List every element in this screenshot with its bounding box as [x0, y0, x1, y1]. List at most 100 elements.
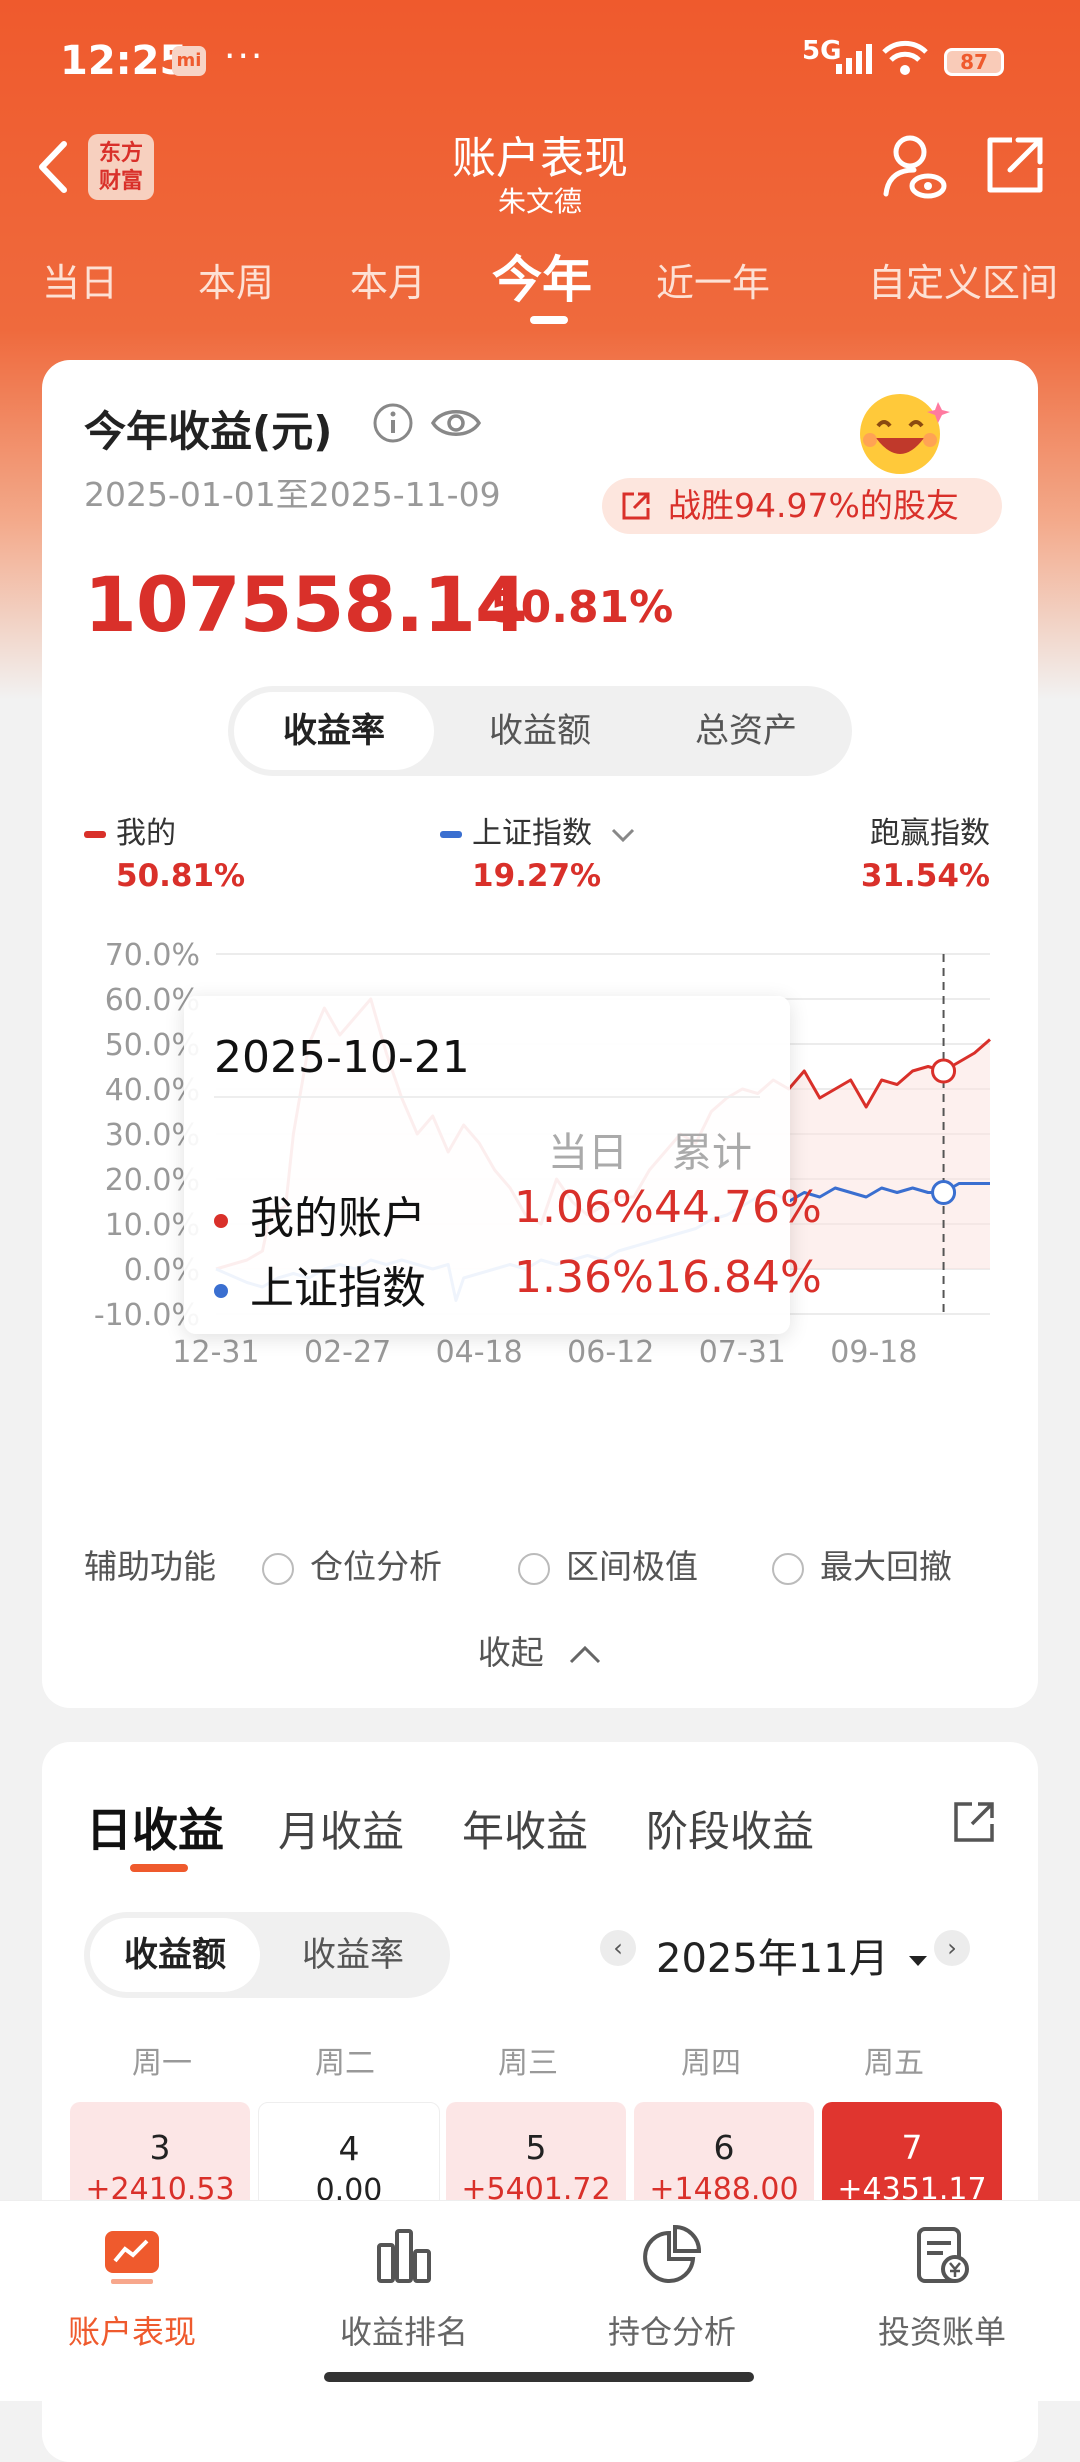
eye-icon[interactable]	[430, 404, 482, 442]
income-mode-switch: 收益额 收益率	[84, 1912, 450, 1998]
tooltip-divider	[214, 1096, 760, 1098]
home-indicator	[324, 2372, 754, 2382]
period-tabs: 当日 本周 本月 今年 近一年 自定义区间	[0, 240, 1080, 330]
mi-icon: mi	[172, 46, 206, 76]
tooltip-index-label: 上证指数	[250, 1263, 426, 1314]
seg-return-rate[interactable]: 收益率	[234, 692, 434, 770]
tooltip-mine-label: 我的账户	[250, 1193, 426, 1244]
seg-total-assets[interactable]: 总资产	[646, 686, 846, 776]
nav-label: 持仓分析	[607, 2313, 736, 2351]
weekday-mon: 周一	[132, 2046, 192, 2081]
pie-chart-icon	[643, 2224, 702, 2283]
collapse-label: 收起	[477, 1633, 544, 1672]
option-max-drawdown[interactable]: 最大回撤	[772, 1540, 952, 1588]
caret-down-icon	[909, 1956, 928, 1966]
tooltip-mine-day: 1.06%	[514, 1182, 654, 1233]
seg-return-amount[interactable]: 收益额	[440, 686, 640, 776]
tab-week[interactable]: 本周	[198, 252, 274, 307]
battery-icon: 87	[944, 48, 1004, 76]
legend-index-label: 上证指数	[472, 816, 592, 851]
aux-label: 辅助功能	[84, 1547, 216, 1586]
nav-holdings-analysis[interactable]: 持仓分析	[572, 2221, 772, 2353]
tab-indicator	[530, 316, 568, 324]
wifi-icon	[882, 40, 928, 75]
x-tick-label: 07-31	[699, 1335, 786, 1370]
day-number: 6	[713, 2128, 735, 2167]
tooltip-index-dot	[214, 1284, 228, 1298]
bar-chart-icon	[377, 2229, 431, 2283]
income-tab-indicator	[130, 1864, 188, 1872]
mine-highlight-point	[931, 1058, 957, 1084]
day-number: 7	[901, 2128, 923, 2167]
tooltip-col-day: 当日	[548, 1130, 628, 1176]
radio-icon	[772, 1552, 804, 1585]
month-selector[interactable]: 2025年11月	[656, 1926, 929, 1984]
share-icon[interactable]	[984, 134, 1046, 196]
tab-today[interactable]: 当日	[42, 252, 118, 307]
beat-peers-text: 战胜94.97%的股友	[668, 486, 959, 525]
tooltip-index-day: 1.36%	[514, 1252, 654, 1303]
beat-peers-badge[interactable]: 战胜94.97%的股友	[602, 478, 1002, 534]
option-position-analysis[interactable]: 仓位分析	[262, 1540, 442, 1588]
yearly-income-card: 今年收益(元) 2025-01-01至2025-11-09 战胜94.97%的股…	[42, 360, 1038, 1708]
top-nav: 东方 财富 账户表现 朱文德	[0, 110, 1080, 220]
nav-label: 收益排名	[339, 2313, 468, 2351]
bill-icon	[917, 2227, 969, 2283]
performance-icon	[105, 2231, 159, 2284]
day-number: 5	[525, 2128, 547, 2167]
signal-icon	[836, 44, 872, 74]
legend-outperform-label: 跑赢指数	[870, 816, 990, 851]
user-view-icon[interactable]	[880, 132, 950, 202]
index-highlight-point	[931, 1180, 957, 1205]
tab-monthly-income[interactable]: 月收益	[278, 1798, 404, 1859]
share-icon[interactable]	[950, 1798, 998, 1846]
day-number: 3	[149, 2128, 171, 2167]
collapse-button[interactable]: 收起	[42, 1626, 1038, 1674]
x-tick-label: 09-18	[830, 1335, 917, 1370]
status-time: 12:25	[60, 38, 188, 84]
legend-mine-swatch	[84, 831, 106, 838]
status-bar: 12:25 mi ··· 5G 87	[0, 0, 1080, 120]
option-range-extreme[interactable]: 区间极值	[518, 1540, 698, 1588]
seg-income-rate[interactable]: 收益率	[268, 1912, 438, 1998]
date-range: 2025-01-01至2025-11-09	[84, 475, 501, 514]
weekday-wed: 周三	[498, 2046, 558, 2081]
income-percent: 50.81%	[490, 582, 674, 633]
more-dots-icon: ···	[224, 36, 265, 77]
tab-year[interactable]: 今年	[492, 240, 592, 312]
tab-month[interactable]: 本月	[350, 252, 426, 307]
legend-mine: 我的	[84, 808, 176, 852]
legend-mine-label: 我的	[116, 816, 176, 851]
prev-month-icon[interactable]: ‹	[600, 1930, 636, 1966]
legend-index-swatch	[440, 831, 462, 838]
tooltip-mine-dot	[214, 1214, 228, 1228]
nav-account-performance[interactable]: 账户表现	[32, 2221, 232, 2353]
option-range-label: 区间极值	[566, 1547, 698, 1586]
legend-index[interactable]: 上证指数	[440, 808, 636, 852]
tab-daily-income[interactable]: 日收益	[86, 1794, 224, 1860]
tooltip-row-mine: 我的账户	[214, 1182, 426, 1246]
radio-icon	[518, 1552, 550, 1585]
day-number: 4	[338, 2129, 360, 2168]
tooltip-col-total: 累计	[672, 1130, 752, 1176]
next-month-icon[interactable]: ›	[934, 1930, 970, 1966]
income-amount: 107558.14	[84, 560, 528, 649]
legend-index-value: 19.27%	[472, 858, 602, 894]
tab-stage-income[interactable]: 阶段收益	[646, 1798, 814, 1859]
tab-custom[interactable]: 自定义区间	[868, 252, 1058, 307]
nav-label: 账户表现	[67, 2313, 196, 2351]
tooltip-index-total: 16.84%	[654, 1252, 822, 1303]
tab-yearly-income[interactable]: 年收益	[462, 1798, 588, 1859]
tab-last-year[interactable]: 近一年	[656, 252, 770, 307]
nav-investment-bill[interactable]: 投资账单	[842, 2221, 1042, 2353]
x-tick-label: 06-12	[567, 1335, 654, 1370]
seg-income-amount[interactable]: 收益额	[90, 1918, 260, 1992]
nav-income-ranking[interactable]: 收益排名	[304, 2221, 504, 2353]
legend-outperform-value: 31.54%	[860, 858, 990, 894]
option-position-label: 仓位分析	[310, 1547, 442, 1586]
tooltip-row-index: 上证指数	[214, 1252, 426, 1316]
share-small-icon	[622, 492, 650, 520]
y-tick-label: 70.0%	[105, 938, 200, 973]
info-icon[interactable]	[372, 402, 414, 444]
weekday-tue: 周二	[315, 2046, 375, 2081]
